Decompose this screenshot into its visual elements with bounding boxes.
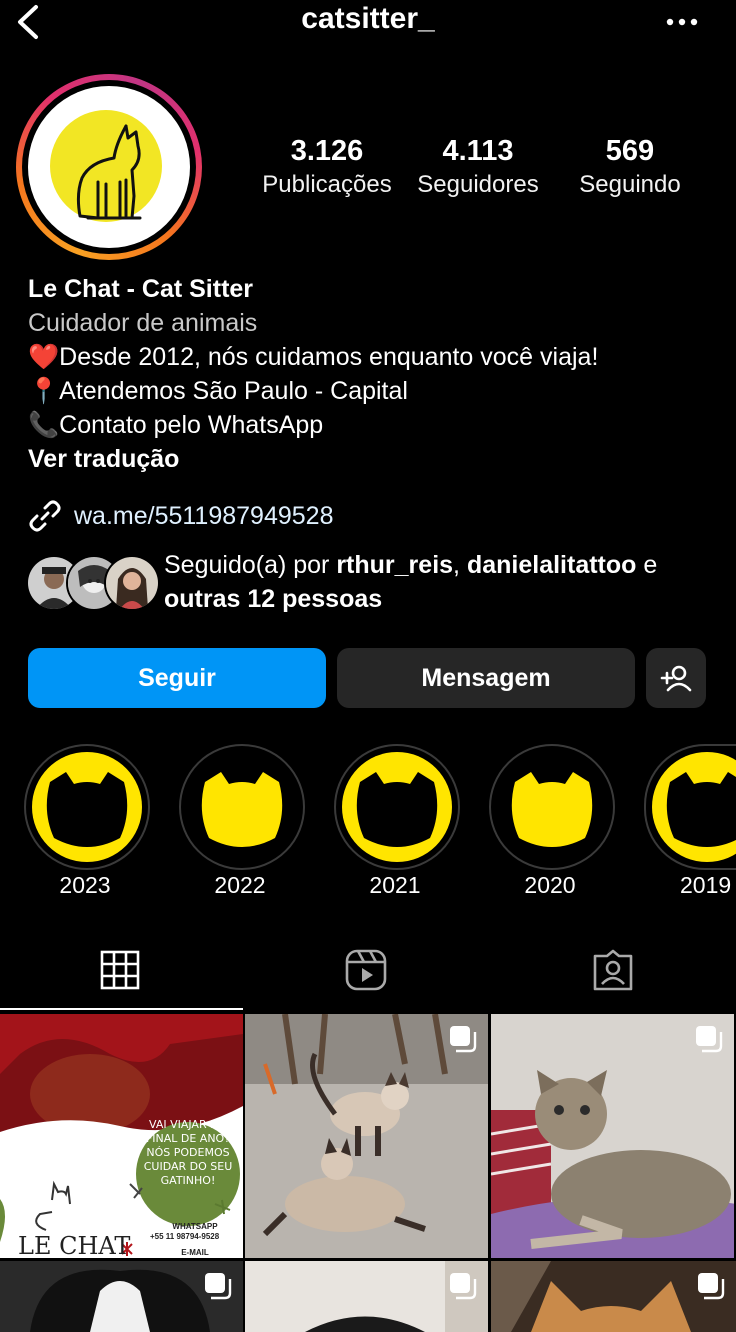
profile-link-text: wa.me/5511987949528 bbox=[74, 502, 334, 530]
multiple-photos-icon bbox=[698, 1273, 725, 1300]
follower-avatar-3 bbox=[104, 555, 160, 611]
follow-button[interactable]: Seguir bbox=[28, 648, 326, 708]
heart-icon: ❤️ bbox=[28, 343, 60, 371]
multiple-photos-icon bbox=[205, 1273, 232, 1300]
profile-bio: Le Chat - Cat Sitter Cuidador de animais… bbox=[28, 272, 728, 476]
bio-line-2: 📍Atendemos São Paulo - Capital bbox=[28, 377, 408, 405]
post-thumbnail-4[interactable] bbox=[0, 1261, 243, 1332]
post-thumbnail-6[interactable] bbox=[491, 1261, 736, 1332]
tagged-icon bbox=[593, 949, 633, 991]
highlight-2022[interactable] bbox=[179, 744, 305, 870]
highlight-2023[interactable] bbox=[24, 744, 150, 870]
stat-following-value: 569 bbox=[605, 135, 655, 167]
link-icon bbox=[29, 500, 61, 532]
profile-username: catsitter_ bbox=[301, 2, 435, 35]
follower-username-1[interactable]: rthur_reis bbox=[336, 551, 453, 579]
followed-by-text[interactable]: Seguido(a) por rthur_reis, danielalitatt… bbox=[164, 548, 724, 616]
highlight-label-2021: 2021 bbox=[369, 872, 421, 898]
multiple-photos-icon bbox=[450, 1026, 477, 1053]
highlight-2020[interactable] bbox=[489, 744, 615, 870]
bio-line-3: 📞Contato pelo WhatsApp bbox=[28, 411, 324, 439]
active-tab-indicator bbox=[0, 1008, 243, 1010]
multiple-photos-icon bbox=[696, 1026, 723, 1053]
highlight-label-2019: 2019 bbox=[680, 872, 732, 898]
display-name: Le Chat - Cat Sitter bbox=[28, 275, 254, 303]
follower-username-2[interactable]: danielalitattoo bbox=[467, 551, 636, 579]
more-options-button[interactable] bbox=[664, 10, 700, 34]
pin-icon: 📍 bbox=[28, 377, 60, 405]
more-icon bbox=[666, 18, 698, 26]
category-label: Cuidador de animais bbox=[28, 309, 258, 337]
see-translation-link[interactable]: Ver tradução bbox=[28, 442, 728, 476]
grid-icon bbox=[100, 950, 140, 990]
cat-face-icon bbox=[201, 772, 283, 847]
stat-following-label: Seguindo bbox=[579, 171, 681, 198]
highlight-2021[interactable] bbox=[334, 744, 460, 870]
tab-grid[interactable] bbox=[98, 948, 142, 992]
post-1-contact: WHATSAPP +55 11 98794-9528 E-MAIL bbox=[150, 1222, 220, 1257]
bio-line-1: ❤️Desde 2012, nós cuidamos enquanto você… bbox=[28, 343, 599, 371]
post-thumbnail-1[interactable]: VAI VIAJAR NO FINAL DE ANO? NÓS PODEMOS … bbox=[0, 1014, 243, 1258]
post-1-logo: LE CHAT bbox=[18, 1232, 131, 1258]
stat-posts-label: Publicações bbox=[262, 171, 392, 198]
stat-following[interactable]: 569 Seguindo bbox=[555, 134, 705, 202]
highlight-label-2020: 2020 bbox=[524, 872, 576, 898]
cat-logo-icon bbox=[50, 110, 162, 222]
post-1-bubble-text: VAI VIAJAR NO FINAL DE ANO? NÓS PODEMOS … bbox=[143, 1118, 233, 1187]
stat-followers-value: 4.113 bbox=[442, 135, 514, 167]
reels-icon bbox=[345, 949, 387, 991]
tab-reels[interactable] bbox=[344, 948, 388, 992]
suggest-accounts-button[interactable] bbox=[646, 648, 706, 708]
post-thumbnail-5[interactable] bbox=[245, 1261, 488, 1332]
stat-posts-value: 3.126 bbox=[290, 135, 364, 167]
tab-tagged[interactable] bbox=[591, 948, 635, 992]
profile-avatar[interactable] bbox=[16, 74, 202, 260]
followed-by-others[interactable]: outras 12 pessoas bbox=[164, 585, 382, 613]
stat-followers[interactable]: 4.113 Seguidores bbox=[403, 134, 553, 202]
add-user-icon bbox=[660, 665, 692, 692]
cat-face-icon bbox=[356, 772, 438, 847]
phone-icon: 📞 bbox=[28, 411, 60, 439]
message-button[interactable]: Mensagem bbox=[337, 648, 635, 708]
cat-face-icon bbox=[511, 772, 593, 847]
post-thumbnail-3[interactable] bbox=[491, 1014, 734, 1258]
highlight-2019[interactable] bbox=[644, 744, 736, 870]
highlight-label-2023: 2023 bbox=[59, 872, 111, 898]
cat-face-icon bbox=[666, 772, 736, 847]
multiple-photos-icon bbox=[450, 1273, 477, 1300]
highlight-label-2022: 2022 bbox=[214, 872, 266, 898]
cat-face-icon bbox=[46, 772, 128, 847]
post-thumbnail-2[interactable] bbox=[245, 1014, 488, 1258]
stat-posts[interactable]: 3.126 Publicações bbox=[252, 134, 402, 202]
stat-followers-label: Seguidores bbox=[417, 171, 539, 198]
